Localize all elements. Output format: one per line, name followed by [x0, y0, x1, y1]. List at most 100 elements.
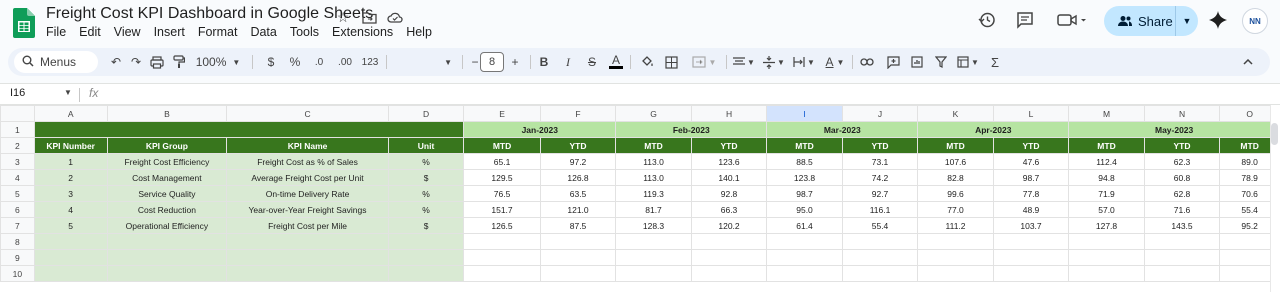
- select-all-corner[interactable]: [0, 105, 35, 122]
- value-cell[interactable]: 121.0: [539, 201, 617, 218]
- menu-data[interactable]: Data: [250, 25, 282, 39]
- kpi-group-cell[interactable]: Freight Cost Efficiency: [106, 153, 228, 170]
- print-icon[interactable]: [146, 48, 168, 76]
- ytd-header[interactable]: YTD: [1143, 137, 1221, 154]
- value-cell[interactable]: 98.7: [992, 169, 1070, 186]
- ytd-header[interactable]: YTD: [992, 137, 1070, 154]
- sheets-logo-icon[interactable]: [13, 8, 35, 38]
- currency-format-button[interactable]: $: [260, 48, 282, 76]
- fill-color-icon[interactable]: [636, 48, 658, 76]
- bold-button[interactable]: B: [534, 48, 554, 76]
- value-cell[interactable]: 55.4: [841, 217, 919, 234]
- kpi-group-cell[interactable]: Cost Management: [106, 169, 228, 186]
- value-cell[interactable]: 129.5: [463, 169, 541, 186]
- column-header-i[interactable]: I: [766, 105, 843, 122]
- empty-kpi-cell[interactable]: [226, 249, 389, 266]
- month-header[interactable]: Mar-2023: [766, 121, 919, 138]
- empty-cell[interactable]: [841, 249, 919, 266]
- value-cell[interactable]: 63.5: [539, 185, 617, 202]
- value-cell[interactable]: 61.4: [766, 217, 843, 234]
- value-cell[interactable]: 77.8: [992, 185, 1070, 202]
- column-header-a[interactable]: A: [33, 105, 108, 122]
- month-header[interactable]: May-2023: [1068, 121, 1280, 138]
- version-history-icon[interactable]: [975, 8, 999, 32]
- unit-cell[interactable]: $: [387, 217, 465, 234]
- value-cell[interactable]: 92.7: [841, 185, 919, 202]
- column-header-m[interactable]: M: [1068, 105, 1145, 122]
- text-wrapping-icon[interactable]: ▼: [790, 48, 818, 76]
- row-header-9[interactable]: 9: [0, 249, 35, 266]
- menu-format[interactable]: Format: [198, 25, 244, 39]
- empty-cell[interactable]: [992, 249, 1070, 266]
- empty-cell[interactable]: [615, 249, 692, 266]
- empty-cell[interactable]: [992, 265, 1070, 282]
- menu-edit[interactable]: Edit: [79, 25, 107, 39]
- font-size-input[interactable]: 8: [480, 52, 504, 72]
- empty-cell[interactable]: [463, 265, 541, 282]
- empty-cell[interactable]: [615, 265, 692, 282]
- column-header-l[interactable]: L: [992, 105, 1070, 122]
- font-family-select[interactable]: ▼: [392, 48, 458, 76]
- column-header-c[interactable]: C: [226, 105, 389, 122]
- kpi-name-header[interactable]: KPI Name: [226, 137, 389, 154]
- value-cell[interactable]: 48.9: [992, 201, 1070, 218]
- unit-cell[interactable]: %: [387, 201, 465, 218]
- month-header[interactable]: Apr-2023: [917, 121, 1070, 138]
- empty-kpi-cell[interactable]: [387, 233, 465, 250]
- row-header-6[interactable]: 6: [0, 201, 35, 218]
- star-icon[interactable]: ☆: [333, 7, 353, 27]
- menu-tools[interactable]: Tools: [290, 25, 325, 39]
- column-header-k[interactable]: K: [917, 105, 994, 122]
- empty-cell[interactable]: [1143, 265, 1221, 282]
- collapse-toolbar-icon[interactable]: [1236, 48, 1260, 76]
- comments-icon[interactable]: [1013, 8, 1037, 32]
- menu-insert[interactable]: Insert: [154, 25, 191, 39]
- value-cell[interactable]: 113.0: [615, 169, 692, 186]
- value-cell[interactable]: 65.1: [463, 153, 541, 170]
- text-rotation-button[interactable]: A ▼: [820, 48, 850, 76]
- increase-decimal-button[interactable]: .00: [332, 48, 358, 76]
- kpi-name-cell[interactable]: Freight Cost as % of Sales: [226, 153, 389, 170]
- empty-kpi-cell[interactable]: [33, 249, 108, 266]
- vertical-align-icon[interactable]: ▼: [760, 48, 788, 76]
- value-cell[interactable]: 119.3: [615, 185, 692, 202]
- menu-file[interactable]: File: [46, 25, 72, 39]
- mtd-header[interactable]: MTD: [766, 137, 843, 154]
- value-cell[interactable]: 123.6: [690, 153, 768, 170]
- empty-cell[interactable]: [766, 265, 843, 282]
- empty-cell[interactable]: [1143, 233, 1221, 250]
- value-cell[interactable]: 71.6: [1143, 201, 1221, 218]
- zoom-select[interactable]: 100% ▼: [194, 48, 242, 76]
- column-header-e[interactable]: E: [463, 105, 541, 122]
- value-cell[interactable]: 76.5: [463, 185, 541, 202]
- sheet-table[interactable]: A B C D E F G H I J K L M N O 1 Jan-2023 Feb-2023 Mar-2023…: [0, 105, 1280, 282]
- value-cell[interactable]: 60.8: [1143, 169, 1221, 186]
- kpi-number-cell[interactable]: 4: [33, 201, 108, 218]
- menu-extensions[interactable]: Extensions: [332, 25, 399, 39]
- row-header-3[interactable]: 3: [0, 153, 35, 170]
- empty-kpi-cell[interactable]: [106, 249, 228, 266]
- scrollbar-thumb[interactable]: [1271, 123, 1278, 145]
- empty-kpi-cell[interactable]: [387, 265, 465, 282]
- chevron-down-icon[interactable]: ▼: [64, 88, 72, 97]
- value-cell[interactable]: 71.9: [1068, 185, 1145, 202]
- value-cell[interactable]: 116.1: [841, 201, 919, 218]
- text-color-button[interactable]: A: [606, 48, 626, 76]
- column-header-f[interactable]: F: [539, 105, 617, 122]
- empty-cell[interactable]: [1068, 249, 1145, 266]
- gemini-icon[interactable]: [1206, 8, 1230, 32]
- insert-comment-icon[interactable]: [882, 48, 904, 76]
- horizontal-align-icon[interactable]: ▼: [730, 48, 758, 76]
- ytd-header[interactable]: YTD: [690, 137, 768, 154]
- strikethrough-icon[interactable]: S: [582, 48, 602, 76]
- value-cell[interactable]: 98.7: [766, 185, 843, 202]
- paint-format-icon[interactable]: [168, 48, 190, 76]
- value-cell[interactable]: 94.8: [1068, 169, 1145, 186]
- row-header-8[interactable]: 8: [0, 233, 35, 250]
- kpi-number-cell[interactable]: 2: [33, 169, 108, 186]
- value-cell[interactable]: 128.3: [615, 217, 692, 234]
- empty-cell[interactable]: [841, 233, 919, 250]
- empty-cell[interactable]: [539, 265, 617, 282]
- kpi-number-cell[interactable]: 3: [33, 185, 108, 202]
- empty-kpi-cell[interactable]: [106, 265, 228, 282]
